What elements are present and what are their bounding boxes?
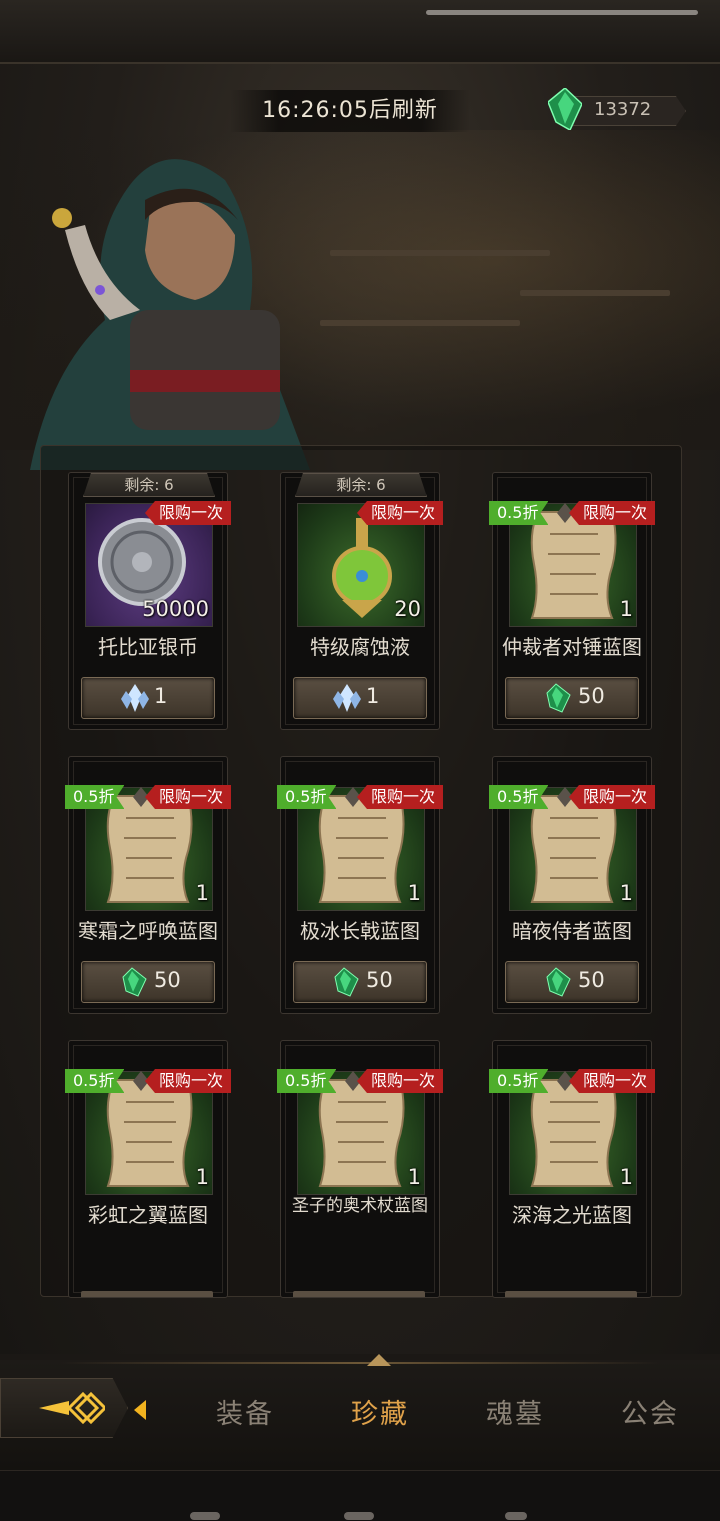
shop-item-card[interactable]: 0.5折 限购一次 1 仲裁者对锤蓝图 50 bbox=[489, 472, 655, 730]
purchase-limit-badge: 限购一次 bbox=[356, 1069, 443, 1093]
shop-item-card[interactable]: 剩余: 6 限购一次 50000 托比亚银币 1 bbox=[68, 472, 231, 730]
item-name: 彩虹之翼蓝图 bbox=[88, 1203, 208, 1227]
back-button[interactable] bbox=[0, 1378, 128, 1438]
tab-equipment[interactable]: 装备 bbox=[216, 1392, 274, 1431]
gem-balance: 13372 bbox=[594, 99, 652, 120]
item-name: 暗夜侍者蓝图 bbox=[512, 919, 632, 943]
tab-divider bbox=[60, 1362, 660, 1364]
item-name: 仲裁者对锤蓝图 bbox=[502, 635, 642, 659]
buy-button[interactable]: 50 bbox=[293, 961, 427, 1003]
item-price: 50 bbox=[366, 968, 393, 992]
shop-item-card[interactable]: 0.5折 限购一次 1 暗夜侍者蓝图 50 bbox=[489, 756, 655, 1014]
green-gem-icon bbox=[548, 88, 582, 130]
discount-badge: 0.5折 bbox=[277, 1069, 336, 1093]
shop-item-card[interactable]: 0.5折 限购一次 1 寒霜之呼唤蓝图 50 bbox=[65, 756, 231, 1014]
buy-button[interactable]: 50 bbox=[81, 961, 215, 1003]
discount-badge: 0.5折 bbox=[65, 1069, 124, 1093]
item-quantity: 1 bbox=[407, 881, 421, 905]
shop-item-card[interactable]: 剩余: 6 限购一次 20 特级腐蚀液 1 bbox=[280, 472, 443, 730]
nav-hint bbox=[344, 1512, 374, 1520]
item-name: 特级腐蚀液 bbox=[310, 635, 410, 659]
discount-badge: 0.5折 bbox=[489, 785, 548, 809]
nav-hint bbox=[190, 1512, 220, 1520]
item-quantity: 1 bbox=[619, 1165, 633, 1189]
shop-item-card[interactable]: 0.5折 限购一次 1 深海之光蓝图 bbox=[489, 1040, 655, 1298]
refresh-timer: 16:26:05后刷新 bbox=[230, 90, 470, 132]
tab-soul-tomb[interactable]: 魂墓 bbox=[486, 1392, 544, 1431]
remaining-count: 剩余: 6 bbox=[295, 473, 427, 497]
buy-button[interactable]: 1 bbox=[293, 677, 427, 719]
tab-guild[interactable]: 公会 bbox=[621, 1392, 679, 1431]
item-quantity: 50000 bbox=[142, 597, 209, 621]
item-name: 深海之光蓝图 bbox=[512, 1203, 632, 1227]
item-quantity: 1 bbox=[619, 881, 633, 905]
green-gem-icon bbox=[546, 683, 571, 713]
purchase-limit-badge: 限购一次 bbox=[144, 785, 231, 809]
system-status-bar bbox=[426, 10, 698, 15]
buy-button[interactable] bbox=[293, 1291, 425, 1297]
item-quantity: 1 bbox=[619, 597, 633, 621]
discount-badge: 0.5折 bbox=[277, 785, 336, 809]
shelf bbox=[520, 290, 670, 296]
item-price: 1 bbox=[366, 684, 380, 708]
item-quantity: 1 bbox=[195, 1165, 209, 1189]
shop-item-card[interactable]: 0.5折 限购一次 1 圣子的奥术杖蓝图 bbox=[277, 1040, 443, 1298]
purchase-limit-badge: 限购一次 bbox=[568, 1069, 655, 1093]
item-name: 极冰长戟蓝图 bbox=[300, 919, 420, 943]
tab-collection[interactable]: 珍藏 bbox=[351, 1392, 409, 1431]
green-gem-icon bbox=[546, 967, 571, 997]
item-price: 50 bbox=[578, 684, 605, 708]
item-quantity: 1 bbox=[195, 881, 209, 905]
discount-badge: 0.5折 bbox=[489, 501, 548, 525]
purchase-limit-badge: 限购一次 bbox=[568, 785, 655, 809]
item-name: 圣子的奥术杖蓝图 bbox=[292, 1196, 428, 1216]
diamond-arrow-icon bbox=[39, 1391, 105, 1425]
shop-item-card[interactable]: 0.5折 限购一次 1 极冰长戟蓝图 50 bbox=[277, 756, 443, 1014]
green-gem-icon bbox=[122, 967, 147, 997]
nav-hint bbox=[505, 1512, 527, 1520]
item-price: 50 bbox=[578, 968, 605, 992]
buy-button[interactable]: 50 bbox=[505, 677, 639, 719]
discount-badge: 0.5折 bbox=[65, 785, 124, 809]
purchase-limit-badge: 限购一次 bbox=[356, 785, 443, 809]
buy-button[interactable] bbox=[81, 1291, 213, 1297]
item-name: 托比亚银币 bbox=[98, 635, 198, 659]
purchase-limit-badge: 限购一次 bbox=[568, 501, 655, 525]
merchant-character-illustration bbox=[30, 159, 310, 470]
item-quantity: 20 bbox=[394, 597, 421, 621]
shelf bbox=[330, 250, 550, 256]
item-price: 50 bbox=[154, 968, 181, 992]
buy-button[interactable]: 50 bbox=[505, 961, 639, 1003]
crystal-cluster-icon bbox=[333, 684, 361, 712]
purchase-limit-badge: 限购一次 bbox=[144, 1069, 231, 1093]
purchase-limit-badge: 限购一次 bbox=[144, 501, 231, 525]
shop-item-card[interactable]: 0.5折 限购一次 1 彩虹之翼蓝图 bbox=[65, 1040, 231, 1298]
green-gem-icon bbox=[334, 967, 359, 997]
crystal-cluster-icon bbox=[121, 684, 149, 712]
purchase-limit-badge: 限购一次 bbox=[356, 501, 443, 525]
shelf bbox=[320, 320, 520, 326]
remaining-count: 剩余: 6 bbox=[83, 473, 215, 497]
item-price: 1 bbox=[154, 684, 168, 708]
item-name: 寒霜之呼唤蓝图 bbox=[78, 919, 218, 943]
buy-button[interactable]: 1 bbox=[81, 677, 215, 719]
item-quantity: 1 bbox=[407, 1165, 421, 1189]
discount-badge: 0.5折 bbox=[489, 1069, 548, 1093]
buy-button[interactable] bbox=[505, 1291, 637, 1297]
